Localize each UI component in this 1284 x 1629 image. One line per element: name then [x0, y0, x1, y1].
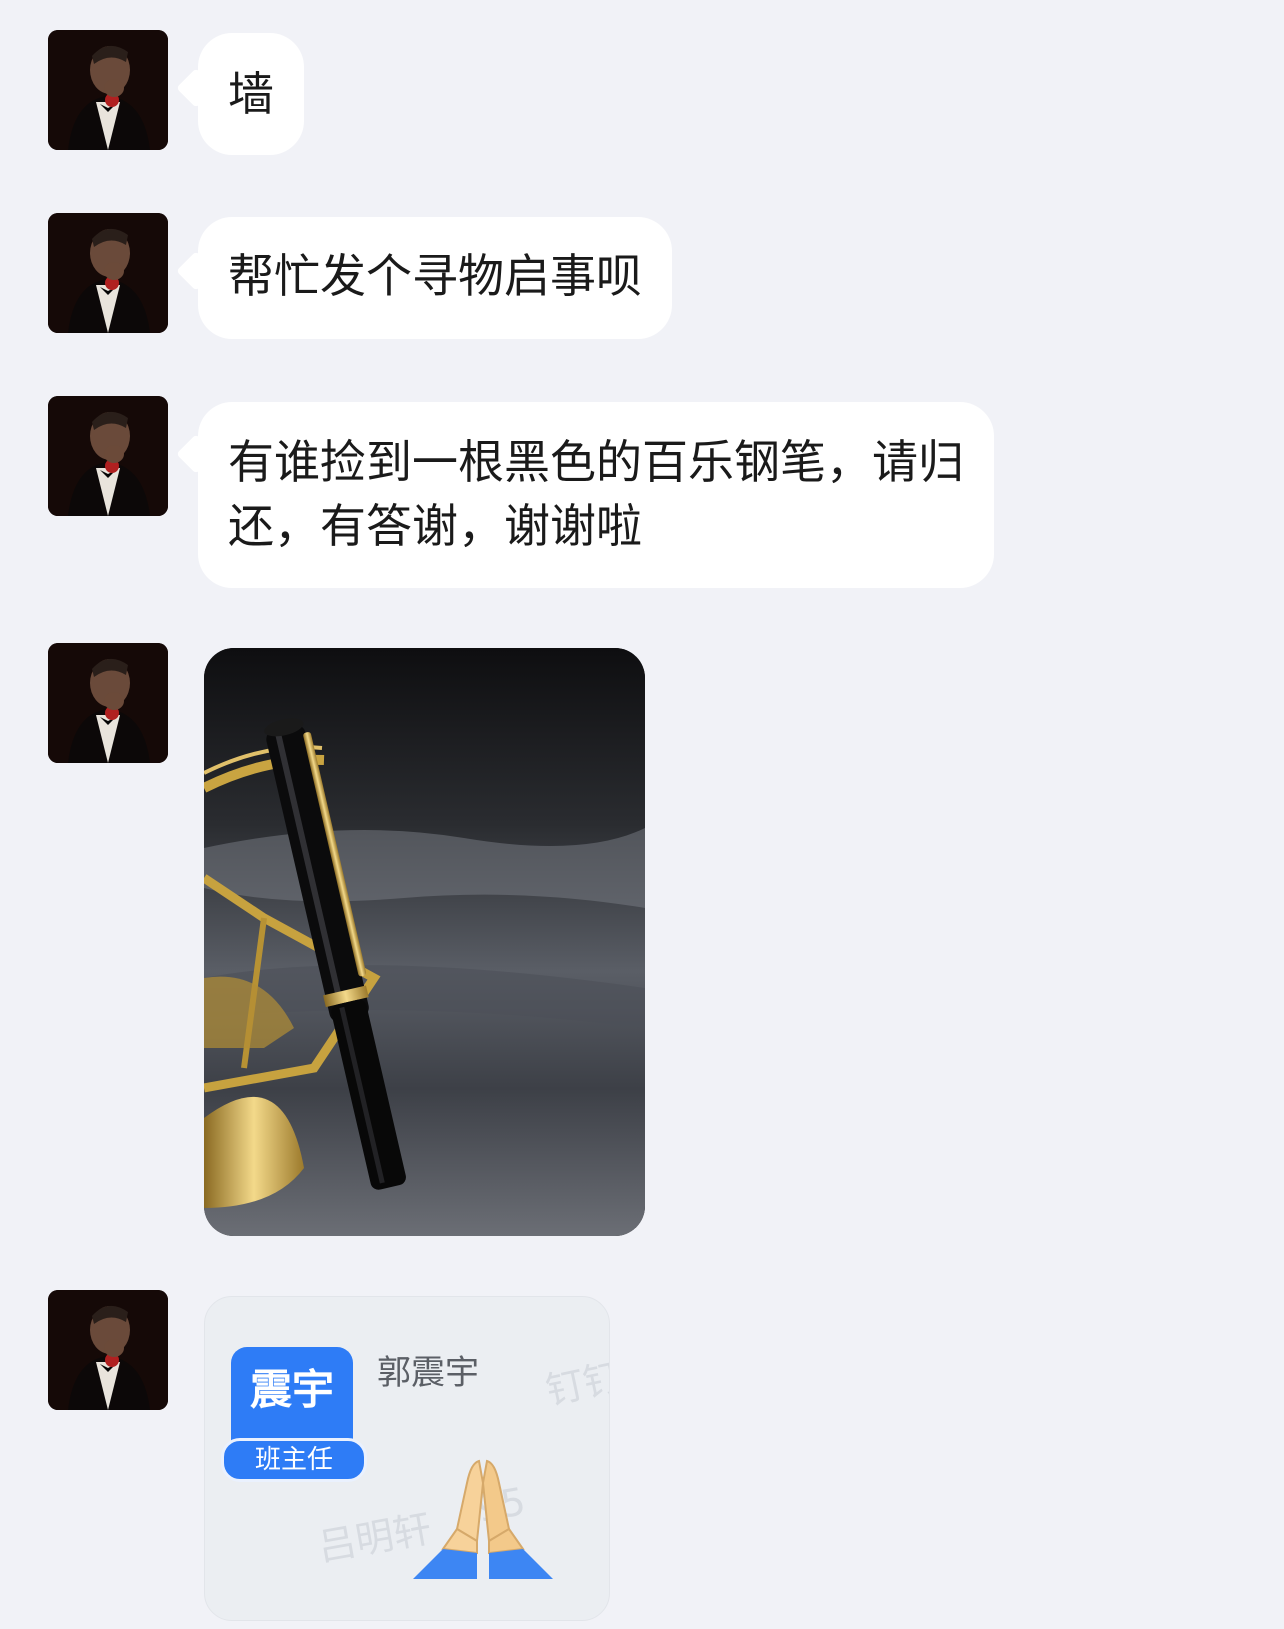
avatar[interactable] [48, 396, 168, 516]
badge-name: 震宇 [249, 1365, 334, 1414]
sticker-card[interactable]: 钉钉 吕明轩 95 震宇 班主任 郭震宇 [204, 1296, 610, 1621]
badge-role: 班主任 [221, 1438, 367, 1482]
watermark-right: 钉钉 [541, 1354, 610, 1414]
message-text-line: 还，有答谢，谢谢啦 [228, 499, 642, 553]
avatar[interactable] [48, 1290, 168, 1410]
message-text: 墙 [228, 67, 274, 121]
message-bubble[interactable]: 有谁捡到一根黑色的百乐钢笔，请归 还，有答谢，谢谢啦 [198, 402, 994, 588]
message-text-line: 有谁捡到一根黑色的百乐钢笔，请归 [228, 435, 964, 489]
avatar[interactable] [48, 213, 168, 333]
pen-photo[interactable] [204, 648, 645, 1236]
message-bubble[interactable]: 帮忙发个寻物启事呗 [198, 217, 672, 339]
sender-name: 郭震宇 [377, 1353, 479, 1393]
message-text: 帮忙发个寻物启事呗 [228, 249, 642, 303]
avatar[interactable] [48, 30, 168, 150]
avatar[interactable] [48, 643, 168, 763]
message-bubble[interactable]: 墙 [198, 33, 304, 155]
folded-hands-icon [413, 1459, 553, 1579]
